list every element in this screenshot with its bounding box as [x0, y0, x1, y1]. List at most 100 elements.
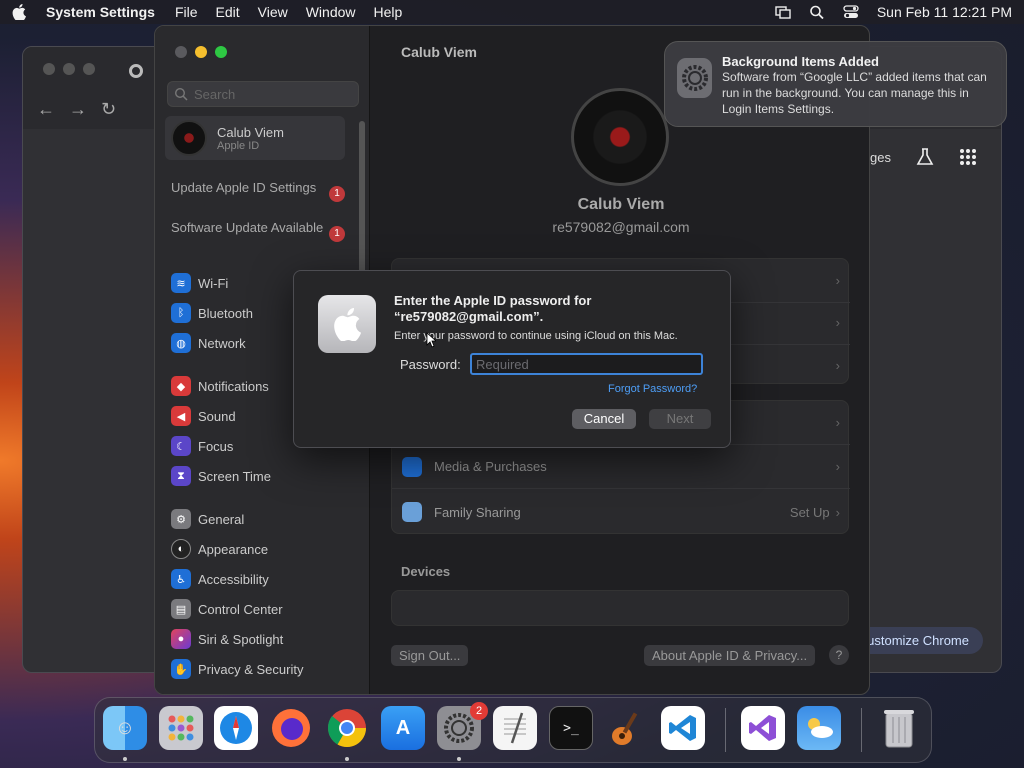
dialog-message: Enter your password to continue using iC…	[394, 330, 678, 342]
sidebar-item-software-update[interactable]: Software Update Available 1	[171, 220, 351, 242]
customize-chrome-button[interactable]: ustomize Chrome	[853, 627, 983, 654]
chrome-new-tab-tools: ges	[870, 147, 977, 167]
reload-icon[interactable]: ↻	[101, 99, 116, 120]
bell-icon: ◆	[171, 376, 191, 396]
sidebar-item-appearance[interactable]: ◐ Appearance	[171, 538, 268, 560]
sidebar-item-bluetooth[interactable]: ᛒ Bluetooth	[171, 302, 253, 324]
sidebar-item-privacy[interactable]: ✋ Privacy & Security	[171, 658, 303, 680]
settings-badge: 2	[470, 702, 488, 720]
chevron-right-icon: ›	[835, 459, 840, 474]
app-store-icon[interactable]: A	[381, 706, 425, 750]
gear-icon: ⚙	[171, 509, 191, 529]
chrome-tab-icon[interactable]	[129, 64, 143, 78]
appearance-icon: ◐	[171, 539, 191, 559]
forgot-password-link[interactable]: Forgot Password?	[608, 383, 697, 395]
devices-group	[391, 590, 849, 626]
menu-file[interactable]: File	[175, 4, 198, 20]
profile-name: Calub Viem	[577, 196, 665, 213]
menu-app-name[interactable]: System Settings	[46, 4, 155, 20]
chevron-right-icon: ›	[835, 315, 840, 330]
sidebar-item-control-center[interactable]: ▤ Control Center	[171, 598, 283, 620]
about-apple-id-button[interactable]: About Apple ID & Privacy...	[644, 645, 816, 666]
close-button[interactable]	[175, 46, 187, 58]
sidebar-scrollbar[interactable]	[359, 121, 365, 291]
help-button[interactable]: ?	[829, 645, 849, 665]
dialog-title: Enter the Apple ID password for “re57908…	[394, 293, 592, 324]
labs-flask-icon[interactable]	[915, 147, 935, 167]
textedit-icon[interactable]	[493, 706, 537, 750]
terminal-icon[interactable]: >_	[549, 706, 593, 750]
sidebar-item-wifi[interactable]: ≋ Wi-Fi	[171, 272, 228, 294]
family-icon	[402, 502, 422, 522]
globe-icon: ◍	[171, 333, 191, 353]
dock-separator	[725, 708, 726, 752]
chrome-close-button[interactable]	[43, 63, 55, 75]
row-family-sharing[interactable]: Family Sharing Set Up ›	[392, 490, 850, 534]
apple-logo-icon	[318, 295, 376, 353]
running-indicator	[457, 757, 461, 761]
page-title: Calub Viem	[401, 44, 477, 60]
menu-datetime[interactable]: Sun Feb 11 12:21 PM	[877, 4, 1012, 20]
next-button[interactable]: Next	[649, 409, 711, 429]
back-arrow-icon[interactable]: ←	[37, 99, 55, 120]
menu-edit[interactable]: Edit	[216, 4, 240, 20]
sidebar-item-focus[interactable]: ☾ Focus	[171, 435, 233, 457]
firefox-icon[interactable]	[269, 706, 313, 750]
menu-view[interactable]: View	[258, 4, 288, 20]
sidebar-item-network[interactable]: ◍ Network	[171, 332, 246, 354]
sidebar-item-screen-time[interactable]: ⧗ Screen Time	[171, 465, 271, 487]
chrome-minimize-button[interactable]	[63, 63, 75, 75]
screen-mirroring-icon[interactable]	[775, 5, 791, 19]
devices-heading: Devices	[401, 564, 451, 579]
notification-badge: 1	[329, 226, 345, 242]
settings-gear-icon	[677, 58, 712, 98]
vscode-icon[interactable]	[661, 706, 705, 750]
finder-icon[interactable]: ☺	[103, 706, 147, 750]
forward-arrow-icon[interactable]: →	[69, 99, 87, 120]
chevron-right-icon: ›	[835, 504, 840, 520]
search-input[interactable]: Search	[194, 87, 235, 102]
sidebar-item-update-apple-id[interactable]: Update Apple ID Settings 1	[171, 180, 351, 202]
sidebar-item-accessibility[interactable]: ♿ Accessibility	[171, 568, 269, 590]
sidebar-item-sound[interactable]: ◀ Sound	[171, 405, 236, 427]
cancel-button[interactable]: Cancel	[572, 409, 636, 429]
sidebar-item-notifications[interactable]: ◆ Notifications	[171, 375, 269, 397]
sidebar-apple-id[interactable]: Calub Viem Apple ID	[165, 116, 345, 160]
speaker-icon: ◀	[171, 406, 191, 426]
menu-help[interactable]: Help	[374, 4, 403, 20]
sidebar-item-siri[interactable]: ● Siri & Spotlight	[171, 628, 283, 650]
sidebar-item-general[interactable]: ⚙ General	[171, 508, 244, 530]
chrome-zoom-button[interactable]	[83, 63, 95, 75]
launchpad-icon[interactable]	[159, 706, 203, 750]
chrome-window-controls	[43, 63, 95, 75]
weather-icon[interactable]	[797, 706, 841, 750]
menu-window[interactable]: Window	[306, 4, 356, 20]
profile-avatar[interactable]	[571, 88, 669, 186]
chrome-images-link[interactable]: ges	[870, 150, 891, 165]
apple-logo-icon[interactable]	[12, 4, 26, 20]
visual-studio-icon[interactable]	[741, 706, 785, 750]
trash-icon[interactable]	[877, 706, 921, 750]
password-label: Password:	[400, 357, 461, 372]
garageband-icon[interactable]	[605, 706, 649, 750]
chrome-nav-buttons: ← → ↻	[37, 99, 116, 120]
spotlight-search-icon[interactable]	[809, 5, 825, 19]
bluetooth-icon: ᛒ	[171, 303, 191, 323]
chevron-right-icon: ›	[835, 273, 840, 288]
sidebar-search: Search	[167, 81, 359, 107]
chrome-icon[interactable]	[325, 706, 369, 750]
zoom-button[interactable]	[215, 46, 227, 58]
minimize-button[interactable]	[195, 46, 207, 58]
background-items-notification[interactable]: Background Items Added Software from “Go…	[664, 41, 1007, 127]
password-field[interactable]	[470, 353, 703, 375]
row-media-purchases[interactable]: Media & Purchases ›	[392, 445, 850, 489]
apps-grid-icon[interactable]	[959, 148, 977, 166]
sign-out-button[interactable]: Sign Out...	[391, 645, 469, 666]
safari-icon[interactable]	[214, 706, 258, 750]
account-name: Calub Viem	[217, 124, 284, 140]
family-sharing-value: Set Up	[789, 504, 830, 520]
account-subtitle: Apple ID	[217, 139, 260, 152]
app-store-icon	[402, 456, 422, 477]
control-center-icon[interactable]	[843, 5, 859, 19]
notice-label: Update Apple ID Settings	[171, 180, 317, 195]
